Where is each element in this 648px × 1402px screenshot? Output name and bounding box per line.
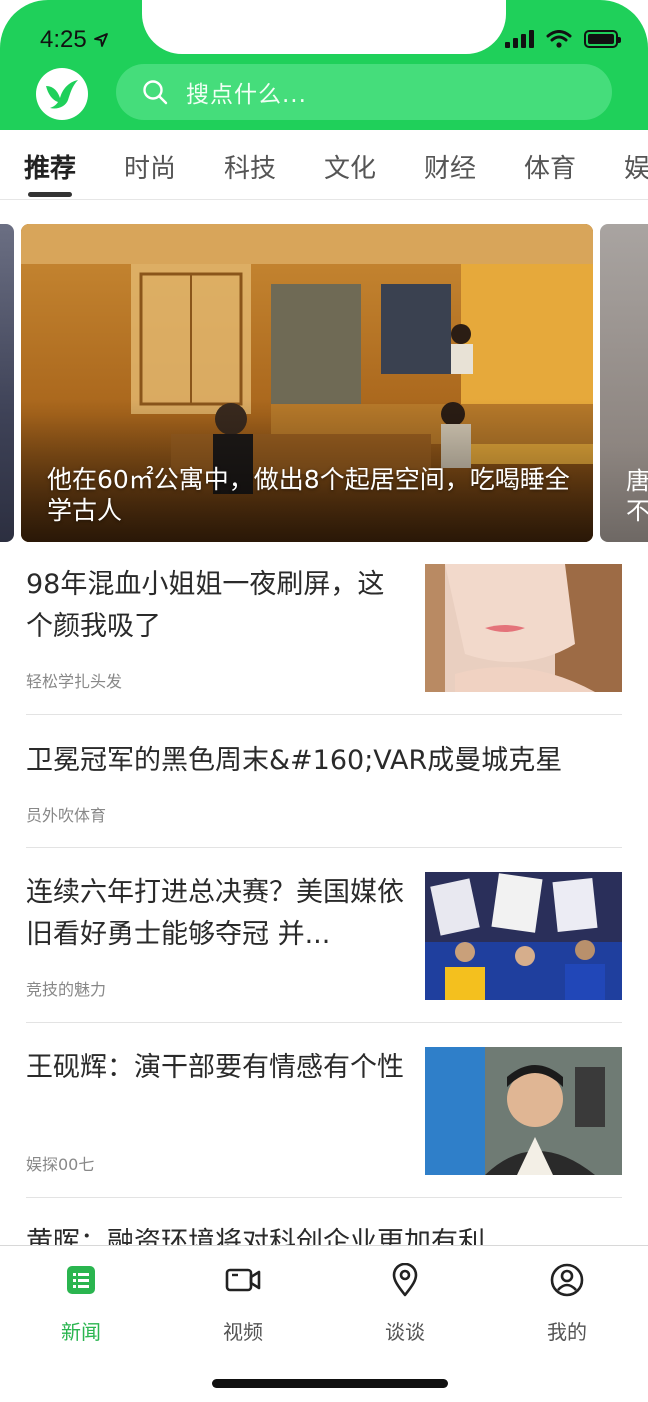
news-title: 连续六年打进总决赛？美国媒依旧看好勇士能够夺冠 并... (26, 877, 404, 950)
banner-next-caption: 唐 不 (626, 467, 648, 525)
nav-news[interactable]: 新闻 (21, 1260, 141, 1345)
tab-finance[interactable]: 财经 (424, 148, 476, 185)
news-item[interactable]: 连续六年打进总决赛？美国媒依旧看好勇士能够夺冠 并... 竞技的魅力 (26, 870, 622, 1020)
news-item[interactable]: 王砚辉：演干部要有情感有个性 娱探00七 (26, 1045, 622, 1195)
tab-entertainment[interactable]: 娱 (624, 148, 648, 185)
nav-talk[interactable]: 谈谈 (345, 1260, 465, 1345)
divider (26, 714, 622, 715)
app-logo[interactable] (36, 68, 88, 120)
banner-slide[interactable]: 他在60㎡公寓中，做出8个起居空间，吃喝睡全学古人 (21, 224, 593, 542)
news-title: 黄晖：融资环境将对科创企业更加有利 (26, 1227, 485, 1245)
nav-profile[interactable]: 我的 (507, 1260, 627, 1345)
app-header: 4:25 搜点什么... (0, 0, 648, 130)
banner-carousel[interactable]: 他在60㎡公寓中，做出8个起居空间，吃喝睡全学古人 唐 不 (0, 224, 648, 542)
category-tabs: 推荐 时尚 科技 文化 财经 体育 娱 (0, 130, 648, 200)
news-title: 卫冕冠军的黑色周末&#160;VAR成曼城克星 (26, 745, 563, 776)
search-icon (143, 80, 168, 105)
tab-tech[interactable]: 科技 (224, 148, 276, 185)
divider (26, 1022, 622, 1023)
news-source: 轻松学扎头发 (26, 672, 123, 691)
device-notch (142, 0, 506, 54)
divider (26, 1197, 622, 1198)
banner-prev-slide[interactable] (0, 224, 14, 542)
news-title: 王砚辉：演干部要有情感有个性 (26, 1052, 404, 1083)
status-time: 4:25 (40, 26, 109, 54)
tab-culture[interactable]: 文化 (324, 148, 376, 185)
news-thumbnail (425, 564, 622, 692)
user-icon (550, 1263, 584, 1297)
nav-video[interactable]: 视频 (183, 1260, 303, 1345)
divider (26, 847, 622, 848)
video-camera-icon (225, 1268, 261, 1292)
news-source: 员外吹体育 (26, 806, 107, 825)
active-tab-indicator (28, 192, 72, 197)
wifi-icon (546, 30, 572, 48)
news-thumbnail (425, 872, 622, 1000)
list-icon (67, 1266, 95, 1294)
news-item[interactable]: 黄晖：融资环境将对科创企业更加有利 (26, 1220, 622, 1245)
search-input[interactable]: 搜点什么... (186, 75, 307, 109)
battery-icon (584, 30, 621, 48)
nav-news-label: 新闻 (61, 1320, 101, 1344)
news-item[interactable]: 98年混血小姐姐一夜刷屏，这个颜我吸了 轻松学扎头发 (26, 562, 622, 712)
bird-logo-icon (46, 80, 78, 109)
status-time-text: 4:25 (40, 26, 87, 53)
tab-recommend[interactable]: 推荐 (24, 148, 76, 185)
banner-next-slide[interactable]: 唐 不 (600, 224, 648, 542)
tab-fashion[interactable]: 时尚 (124, 148, 176, 185)
news-item[interactable]: 卫冕冠军的黑色周末&#160;VAR成曼城克星 员外吹体育 (26, 738, 622, 838)
news-source: 娱探00七 (26, 1155, 95, 1174)
signal-icon (505, 30, 534, 48)
tab-sports[interactable]: 体育 (524, 148, 576, 185)
news-title: 98年混血小姐姐一夜刷屏，这个颜我吸了 (26, 569, 385, 642)
location-arrow-icon (93, 33, 108, 47)
location-pin-icon (392, 1263, 418, 1297)
banner-caption: 他在60㎡公寓中，做出8个起居空间，吃喝睡全学古人 (47, 465, 570, 525)
nav-talk-label: 谈谈 (385, 1320, 425, 1344)
news-thumbnail (425, 1047, 622, 1175)
news-source: 竞技的魅力 (26, 980, 107, 999)
nav-video-label: 视频 (223, 1320, 263, 1344)
status-indicators (505, 30, 621, 48)
home-indicator[interactable] (212, 1379, 448, 1388)
search-bar[interactable]: 搜点什么... (116, 64, 612, 120)
nav-profile-label: 我的 (547, 1320, 587, 1344)
